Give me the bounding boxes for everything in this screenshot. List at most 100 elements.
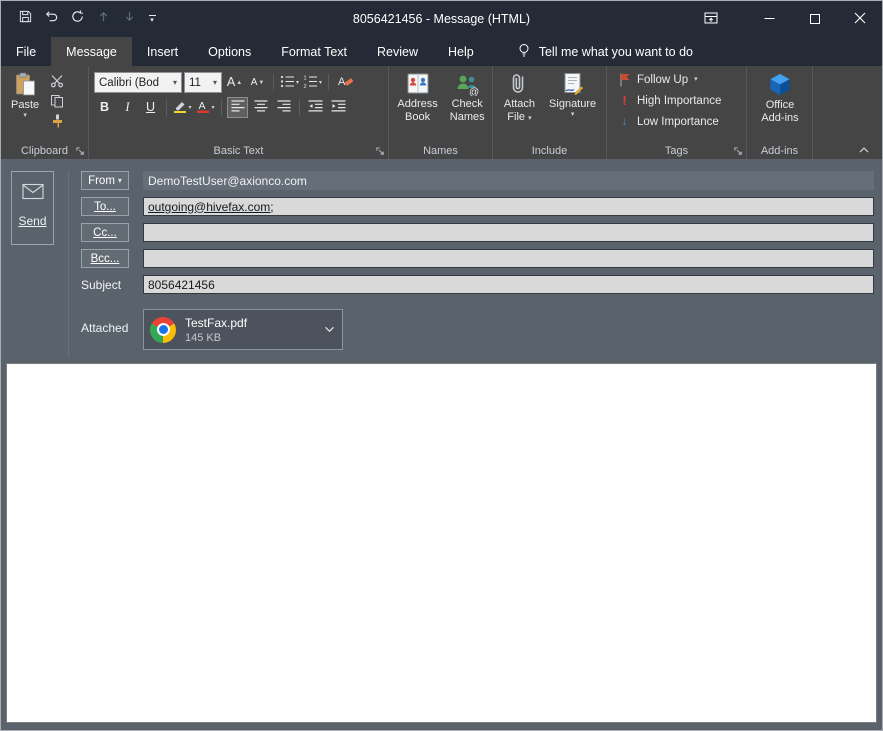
- down-arrow-icon: [123, 10, 136, 28]
- window-controls: [688, 1, 882, 37]
- tab-file[interactable]: File: [1, 37, 51, 66]
- bullets-button[interactable]: ▾: [279, 72, 300, 93]
- bcc-field[interactable]: [143, 249, 874, 268]
- maximize-button[interactable]: [792, 1, 837, 37]
- text-highlight-color-button[interactable]: ▾: [172, 97, 193, 118]
- tab-message[interactable]: Message: [51, 37, 132, 66]
- undo-button[interactable]: [39, 6, 63, 32]
- tags-group-label: Tags: [665, 145, 688, 157]
- paste-icon: [14, 72, 37, 97]
- address-book-button[interactable]: Address Book: [392, 70, 442, 142]
- align-right-icon: [277, 100, 291, 115]
- high-importance-icon: !: [618, 94, 631, 107]
- copy-button[interactable]: [47, 93, 67, 109]
- bcc-button[interactable]: Bcc...: [81, 249, 129, 268]
- to-button[interactable]: To...: [81, 197, 129, 216]
- save-button[interactable]: [13, 6, 37, 32]
- signature-label: Signature: [549, 98, 596, 111]
- bcc-row: Bcc...: [81, 249, 874, 268]
- collapse-ribbon-button[interactable]: [858, 146, 870, 154]
- send-label: Send: [18, 214, 46, 228]
- ribbon-display-options-button[interactable]: [688, 1, 733, 37]
- grow-font-icon: A: [227, 76, 235, 89]
- attach-file-label-line1: Attach: [504, 98, 535, 111]
- align-left-button[interactable]: [227, 97, 248, 118]
- basic-text-dialog-launcher[interactable]: [376, 147, 385, 156]
- up-triangle-icon: ▲: [236, 80, 242, 86]
- undo-icon: [44, 9, 59, 29]
- from-button[interactable]: From ▾: [81, 171, 129, 190]
- maximize-icon: [810, 14, 820, 24]
- tab-help[interactable]: Help: [433, 37, 489, 66]
- clear-formatting-button[interactable]: A: [334, 72, 355, 93]
- cc-button[interactable]: Cc...: [81, 223, 129, 242]
- tab-format-text[interactable]: Format Text: [266, 37, 362, 66]
- send-button[interactable]: Send: [11, 171, 54, 245]
- chevron-down-icon: ▾: [694, 76, 698, 84]
- next-item-button[interactable]: [117, 6, 141, 32]
- svg-text:A: A: [338, 76, 346, 88]
- tab-review[interactable]: Review: [362, 37, 433, 66]
- from-button-label: From: [88, 175, 115, 187]
- low-importance-button[interactable]: ↓ Low Importance: [614, 111, 729, 132]
- format-painter-button[interactable]: [47, 113, 67, 129]
- outlook-message-window: ▾ 8056421456 - Message (HTML) File Messa…: [0, 0, 883, 731]
- to-row: To...: [81, 197, 874, 216]
- tab-options[interactable]: Options: [193, 37, 266, 66]
- subject-label: Subject: [81, 278, 129, 292]
- paperclip-icon: [510, 72, 528, 96]
- office-addins-button[interactable]: Office Add-ins: [756, 70, 803, 142]
- decrease-indent-button[interactable]: [305, 97, 326, 118]
- copy-icon: [50, 94, 64, 108]
- address-book-icon: [405, 72, 431, 96]
- chrome-pdf-file-icon: [150, 317, 176, 343]
- follow-up-button[interactable]: Follow Up ▾: [614, 69, 729, 90]
- font-name-combobox[interactable]: Calibri (Bod ▾: [94, 72, 182, 93]
- increase-indent-button[interactable]: [328, 97, 349, 118]
- tell-me-box[interactable]: Tell me what you want to do: [517, 37, 693, 66]
- numbering-button[interactable]: 12▾: [302, 72, 323, 93]
- svg-text:1: 1: [303, 75, 306, 81]
- from-row: From ▾ DemoTestUser@axionco.com: [81, 171, 874, 190]
- redo-icon: [70, 9, 85, 29]
- font-color-button[interactable]: A▾: [195, 97, 216, 118]
- ribbon-filler: [813, 66, 882, 159]
- follow-up-label: Follow Up: [637, 74, 688, 86]
- scissors-icon: [50, 74, 64, 88]
- clipboard-dialog-launcher[interactable]: [76, 147, 85, 156]
- bold-button[interactable]: B: [94, 97, 115, 118]
- italic-button[interactable]: I: [117, 97, 138, 118]
- subject-field[interactable]: [143, 275, 874, 294]
- message-body-editor[interactable]: [6, 363, 877, 723]
- high-importance-button[interactable]: ! High Importance: [614, 90, 729, 111]
- tags-dialog-launcher[interactable]: [734, 147, 743, 156]
- cc-row: Cc...: [81, 223, 874, 242]
- customize-quick-access-toolbar-button[interactable]: ▾: [143, 15, 161, 24]
- chevron-down-icon: ▾: [296, 80, 299, 86]
- paste-button[interactable]: Paste ▾: [6, 70, 44, 142]
- minimize-button[interactable]: [747, 1, 792, 37]
- send-icon: [22, 183, 44, 205]
- to-field[interactable]: [143, 197, 874, 216]
- align-center-button[interactable]: [250, 97, 271, 118]
- check-names-button[interactable]: @ Check Names: [445, 70, 490, 142]
- attach-file-button[interactable]: Attach File ▾: [499, 70, 540, 142]
- attachment-chip[interactable]: TestFax.pdf 145 KB: [143, 309, 343, 350]
- cc-field[interactable]: [143, 223, 874, 242]
- redo-button[interactable]: [65, 6, 89, 32]
- align-center-icon: [254, 100, 268, 115]
- low-importance-label: Low Importance: [637, 116, 719, 128]
- tab-insert[interactable]: Insert: [132, 37, 193, 66]
- grow-font-button[interactable]: A▲: [224, 72, 245, 93]
- close-button[interactable]: [837, 1, 882, 37]
- follow-up-flag-icon: [618, 73, 631, 87]
- attachment-dropdown-button[interactable]: [316, 310, 342, 349]
- cut-button[interactable]: [47, 73, 67, 89]
- underline-button[interactable]: U: [140, 97, 161, 118]
- align-right-button[interactable]: [273, 97, 294, 118]
- signature-button[interactable]: Signature ▾: [544, 70, 601, 142]
- ribbon-group-include: Attach File ▾ Signature ▾ Include: [493, 66, 607, 159]
- font-size-combobox[interactable]: 11 ▾: [184, 72, 222, 93]
- shrink-font-button[interactable]: A▼: [247, 72, 268, 93]
- previous-item-button[interactable]: [91, 6, 115, 32]
